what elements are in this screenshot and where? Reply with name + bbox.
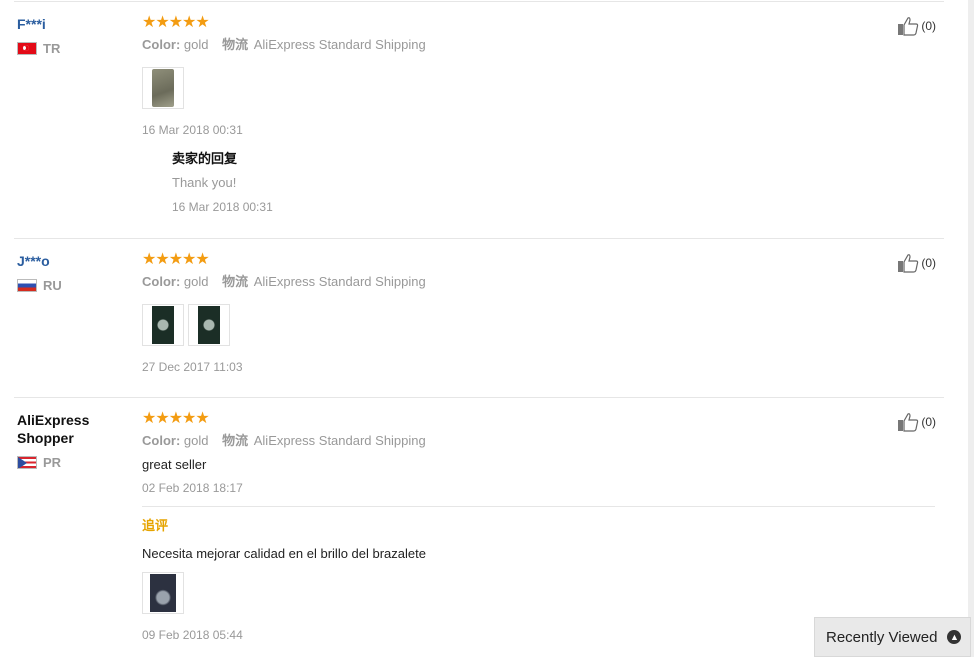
- shipping-label: 物流: [222, 433, 249, 448]
- reviewer-info: AliExpress Shopper PR: [17, 411, 127, 470]
- order-info: Color: gold 物流 AliExpress Standard Shipp…: [142, 432, 932, 449]
- review-content: ★★★★★ Color: gold 物流 AliExpress Standard…: [142, 410, 935, 643]
- helpful-button[interactable]: (0): [897, 412, 936, 432]
- russia-flag-icon: [17, 279, 37, 292]
- seller-reply-title: 卖家的回复: [172, 151, 238, 166]
- helpful-count: (0): [921, 415, 936, 429]
- color-value: gold: [183, 274, 209, 289]
- reviewer-info: F***i TR: [17, 16, 127, 56]
- reviewer-name[interactable]: J***o: [17, 253, 127, 270]
- review-photo-thumbnail[interactable]: [142, 67, 184, 109]
- color-label: Color:: [142, 274, 181, 289]
- shipping-value: AliExpress Standard Shipping: [253, 37, 426, 52]
- reviewer-name: AliExpress Shopper: [17, 412, 90, 446]
- order-info: Color: gold 物流 AliExpress Standard Shipp…: [142, 36, 932, 53]
- thumbs-up-icon: [898, 17, 919, 36]
- bracelet-photo: [150, 574, 176, 612]
- review-text: great seller: [142, 457, 207, 472]
- color-label: Color:: [142, 37, 181, 52]
- reviewer-name[interactable]: F***i: [17, 16, 127, 33]
- reviewer-info: J***o RU: [17, 253, 127, 293]
- helpful-count: (0): [921, 19, 936, 33]
- review-item: F***i TR ★★★★★ Color: gold 物流 AliExpress…: [14, 2, 944, 239]
- shipping-label: 物流: [222, 274, 249, 289]
- bracelet-photo: [198, 306, 220, 344]
- review-content: ★★★★★ Color: gold 物流 AliExpress Standard…: [142, 251, 932, 375]
- recently-viewed-button[interactable]: Recently Viewed ▲: [814, 617, 971, 657]
- bracelet-photo: [152, 69, 174, 107]
- seller-reply-date: 16 Mar 2018 00:31: [172, 200, 273, 214]
- page-scrollbar[interactable]: [968, 0, 974, 657]
- seller-reply: 卖家的回复 Thank you! 16 Mar 2018 00:31: [172, 150, 932, 215]
- review-date: 27 Dec 2017 11:03: [142, 360, 243, 374]
- puerto-rico-flag-icon: [17, 456, 37, 469]
- thumbs-up-icon: [898, 254, 919, 273]
- review-date: 02 Feb 2018 18:17: [142, 481, 243, 495]
- shipping-value: AliExpress Standard Shipping: [253, 274, 426, 289]
- bracelet-photo: [152, 306, 174, 344]
- review-photo-thumbnail[interactable]: [142, 304, 184, 346]
- country-code: TR: [43, 41, 61, 56]
- color-value: gold: [183, 37, 209, 52]
- followup-photos: [142, 572, 932, 614]
- shipping-label: 物流: [222, 37, 249, 52]
- followup-text: Necesita mejorar calidad en el brillo de…: [142, 546, 426, 561]
- review-content: ★★★★★ Color: gold 物流 AliExpress Standard…: [142, 14, 932, 215]
- recently-viewed-label: Recently Viewed: [826, 628, 938, 646]
- review-photos: [142, 67, 932, 109]
- star-rating: ★★★★★: [142, 14, 210, 31]
- review-date: 16 Mar 2018 00:31: [142, 123, 243, 137]
- followup-label: 追评: [142, 518, 169, 533]
- reviewer-country: RU: [17, 278, 127, 293]
- country-code: RU: [43, 278, 62, 293]
- star-rating: ★★★★★: [142, 410, 210, 427]
- helpful-button[interactable]: (0): [897, 16, 936, 36]
- helpful-count: (0): [921, 256, 936, 270]
- seller-reply-text: Thank you!: [172, 175, 237, 190]
- star-rating: ★★★★★: [142, 251, 210, 268]
- reviewer-country: TR: [17, 41, 127, 56]
- review-photos: [142, 304, 932, 346]
- review-item: J***o RU ★★★★★ Color: gold 物流 AliExpress…: [14, 239, 944, 398]
- order-info: Color: gold 物流 AliExpress Standard Shipp…: [142, 273, 932, 290]
- review-item: AliExpress Shopper PR ★★★★★ Color: gold …: [14, 398, 944, 657]
- color-label: Color:: [142, 433, 181, 448]
- helpful-button[interactable]: (0): [897, 253, 936, 273]
- turkey-flag-icon: [17, 42, 37, 55]
- chevron-up-icon: ▲: [947, 630, 962, 644]
- reviewer-country: PR: [17, 455, 127, 470]
- thumbs-up-icon: [898, 413, 919, 432]
- followup-divider: [142, 506, 935, 507]
- shipping-value: AliExpress Standard Shipping: [253, 433, 426, 448]
- review-photo-thumbnail[interactable]: [142, 572, 184, 614]
- color-value: gold: [183, 433, 209, 448]
- country-code: PR: [43, 455, 62, 470]
- review-photo-thumbnail[interactable]: [188, 304, 230, 346]
